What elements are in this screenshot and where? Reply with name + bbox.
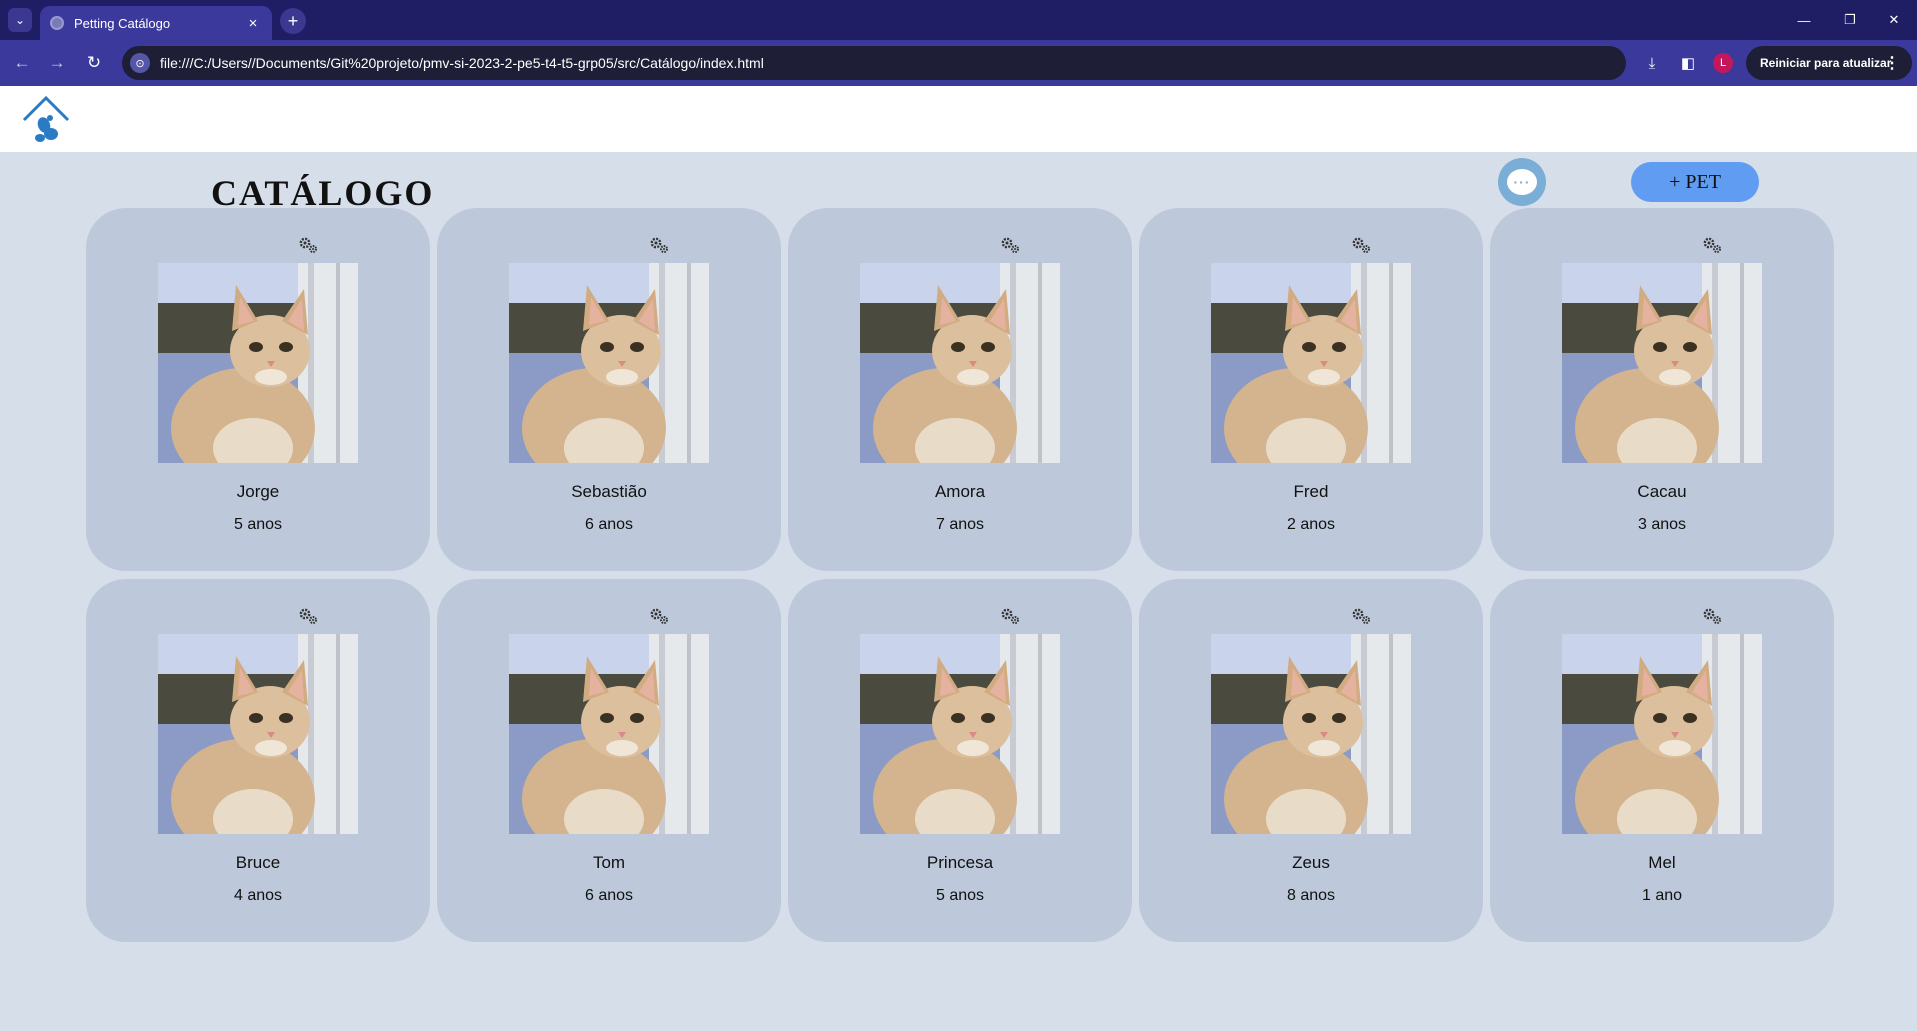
pet-card[interactable]: Amora 7 anos	[788, 208, 1132, 571]
pet-age: 2 anos	[1286, 516, 1336, 533]
pet-name: Fred	[1293, 482, 1329, 501]
pet-card[interactable]: Tom 6 anos	[437, 579, 781, 942]
pet-card[interactable]: Cacau 3 anos	[1490, 208, 1834, 571]
pet-name: Amora	[934, 482, 986, 501]
site-info-icon[interactable]: ⊙	[130, 53, 150, 73]
pet-card[interactable]: Fred 2 anos	[1139, 208, 1483, 571]
add-pet-button[interactable]: + PET	[1631, 162, 1759, 202]
cat-photo	[509, 263, 709, 463]
pet-name: Jorge	[236, 482, 280, 501]
pet-name: Tom	[592, 853, 626, 872]
back-icon[interactable]: ←	[10, 51, 34, 75]
pet-age: 5 anos	[935, 887, 985, 904]
pet-name: Cacau	[1637, 482, 1687, 501]
close-window-icon[interactable]: ✕	[1880, 8, 1908, 32]
chat-bubble-icon: ···	[1507, 169, 1537, 195]
gears-icon[interactable]	[1350, 605, 1372, 627]
pet-age: 8 anos	[1286, 887, 1336, 904]
gears-icon[interactable]	[1701, 605, 1723, 627]
tab-favicon-icon	[50, 16, 64, 30]
profile-avatar[interactable]: L	[1713, 53, 1733, 73]
gears-icon[interactable]	[648, 605, 670, 627]
gears-icon[interactable]	[999, 605, 1021, 627]
pet-catalog-grid: Jorge 5 anos Sebastião 6 anos Amora 7 an…	[86, 208, 1834, 942]
pet-name: Princesa	[926, 853, 994, 872]
pet-age: 4 anos	[233, 887, 283, 904]
cat-photo	[158, 263, 358, 463]
cat-photo	[1562, 634, 1762, 834]
pet-name: Sebastião	[571, 482, 647, 501]
browser-toolbar: ← → ↻ ⊙ file:///C:/Users//Documents/Git%…	[0, 40, 1917, 86]
restart-update-label: Reiniciar para atualizar	[1760, 56, 1892, 70]
tab-search-icon[interactable]: ⌄	[8, 8, 32, 32]
pet-card[interactable]: Princesa 5 anos	[788, 579, 1132, 942]
pet-card[interactable]: Bruce 4 anos	[86, 579, 430, 942]
pet-card[interactable]: Sebastião 6 anos	[437, 208, 781, 571]
chat-button[interactable]: ···	[1498, 158, 1546, 206]
new-tab-button[interactable]: +	[280, 8, 306, 34]
tab-title: Petting Catálogo	[74, 15, 171, 31]
cat-photo	[158, 634, 358, 834]
url-text[interactable]: file:///C:/Users//Documents/Git%20projet…	[160, 55, 764, 71]
cat-photo	[509, 634, 709, 834]
tab-close-icon[interactable]: ×	[244, 15, 262, 32]
cat-photo	[1562, 263, 1762, 463]
pet-age: 1 ano	[1641, 887, 1683, 904]
pet-age: 5 anos	[233, 516, 283, 533]
gears-icon[interactable]	[1701, 234, 1723, 256]
pet-age: 3 anos	[1637, 516, 1687, 533]
cat-photo	[860, 263, 1060, 463]
download-icon[interactable]: ⤓	[1640, 51, 1664, 75]
site-header	[0, 86, 1917, 152]
browser-tab[interactable]: Petting Catálogo ×	[40, 6, 272, 40]
pet-age: 6 anos	[584, 516, 634, 533]
gears-icon[interactable]	[999, 234, 1021, 256]
pet-age: 6 anos	[584, 887, 634, 904]
gears-icon[interactable]	[648, 234, 670, 256]
pet-card[interactable]: Zeus 8 anos	[1139, 579, 1483, 942]
pet-house-logo[interactable]	[20, 94, 72, 146]
more-menu-icon[interactable]: ⋮	[1884, 53, 1900, 73]
pet-card[interactable]: Jorge 5 anos	[86, 208, 430, 571]
browser-tab-bar: ⌄ Petting Catálogo × + — ❐ ✕	[0, 0, 1917, 40]
gears-icon[interactable]	[1350, 234, 1372, 256]
reload-icon[interactable]: ↻	[82, 51, 106, 75]
gears-icon[interactable]	[297, 605, 319, 627]
cat-photo	[1211, 263, 1411, 463]
pet-age: 7 anos	[935, 516, 985, 533]
address-bar[interactable]: ⊙ file:///C:/Users//Documents/Git%20proj…	[122, 46, 1626, 80]
gears-icon[interactable]	[297, 234, 319, 256]
restore-icon[interactable]: ❐	[1836, 8, 1864, 32]
restart-update-button[interactable]: Reiniciar para atualizar ⋮	[1746, 46, 1912, 80]
forward-icon[interactable]: →	[45, 51, 69, 75]
minimize-icon[interactable]: —	[1790, 8, 1818, 32]
side-panel-icon[interactable]: ◧	[1676, 51, 1700, 75]
pet-card[interactable]: Mel 1 ano	[1490, 579, 1834, 942]
pet-name: Bruce	[235, 853, 281, 872]
cat-photo	[860, 634, 1060, 834]
pet-name: Mel	[1648, 853, 1676, 872]
cat-photo	[1211, 634, 1411, 834]
pet-name: Zeus	[1292, 853, 1330, 872]
